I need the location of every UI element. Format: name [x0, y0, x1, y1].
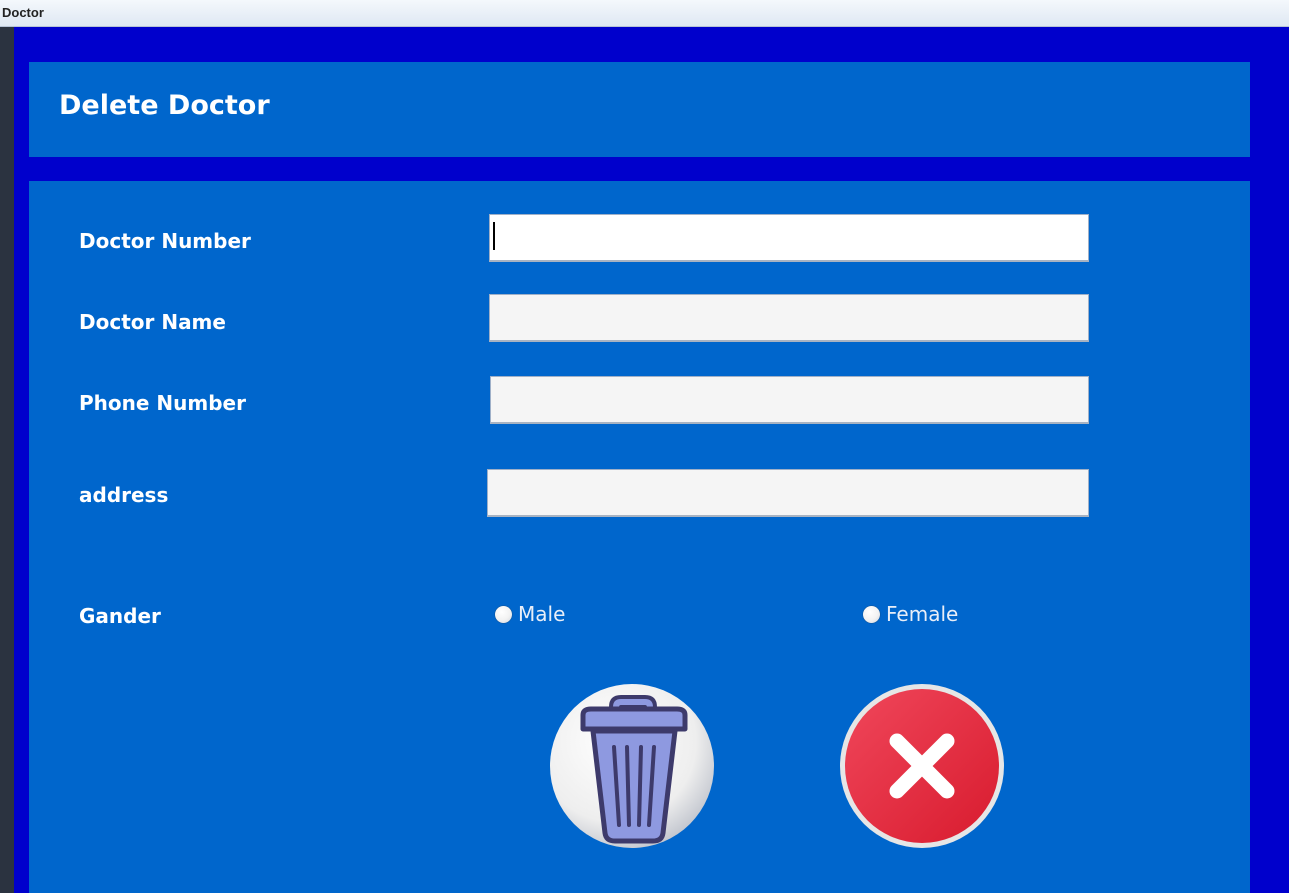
- gender-female-radio[interactable]: Female: [863, 602, 958, 626]
- gender-label: Gander: [79, 604, 161, 628]
- window-left-edge: [0, 0, 14, 893]
- trash-can-icon: [550, 684, 714, 848]
- doctor-number-label: Doctor Number: [79, 229, 251, 253]
- text-caret: [493, 222, 495, 250]
- phone-number-label: Phone Number: [79, 391, 246, 415]
- address-label: address: [79, 483, 169, 507]
- gender-male-label: Male: [518, 602, 566, 626]
- phone-number-input[interactable]: [490, 376, 1089, 424]
- header-panel: Delete Doctor: [29, 62, 1250, 157]
- radio-button-icon[interactable]: [495, 605, 512, 623]
- doctor-number-input[interactable]: [489, 214, 1089, 262]
- radio-button-icon[interactable]: [863, 605, 880, 623]
- window-title: Doctor: [2, 5, 44, 20]
- gender-male-radio[interactable]: Male: [495, 602, 565, 626]
- doctor-name-input[interactable]: [489, 294, 1089, 342]
- address-input[interactable]: [487, 469, 1089, 517]
- close-x-icon: [840, 684, 1004, 848]
- delete-button[interactable]: [549, 683, 719, 853]
- doctor-name-label: Doctor Name: [79, 310, 226, 334]
- window-titlebar[interactable]: Doctor: [0, 0, 1289, 27]
- gender-female-label: Female: [886, 602, 959, 626]
- form-panel: Doctor Number Doctor Name Phone Number a…: [29, 181, 1250, 893]
- page-title: Delete Doctor: [59, 90, 270, 121]
- cancel-button[interactable]: [839, 683, 1009, 853]
